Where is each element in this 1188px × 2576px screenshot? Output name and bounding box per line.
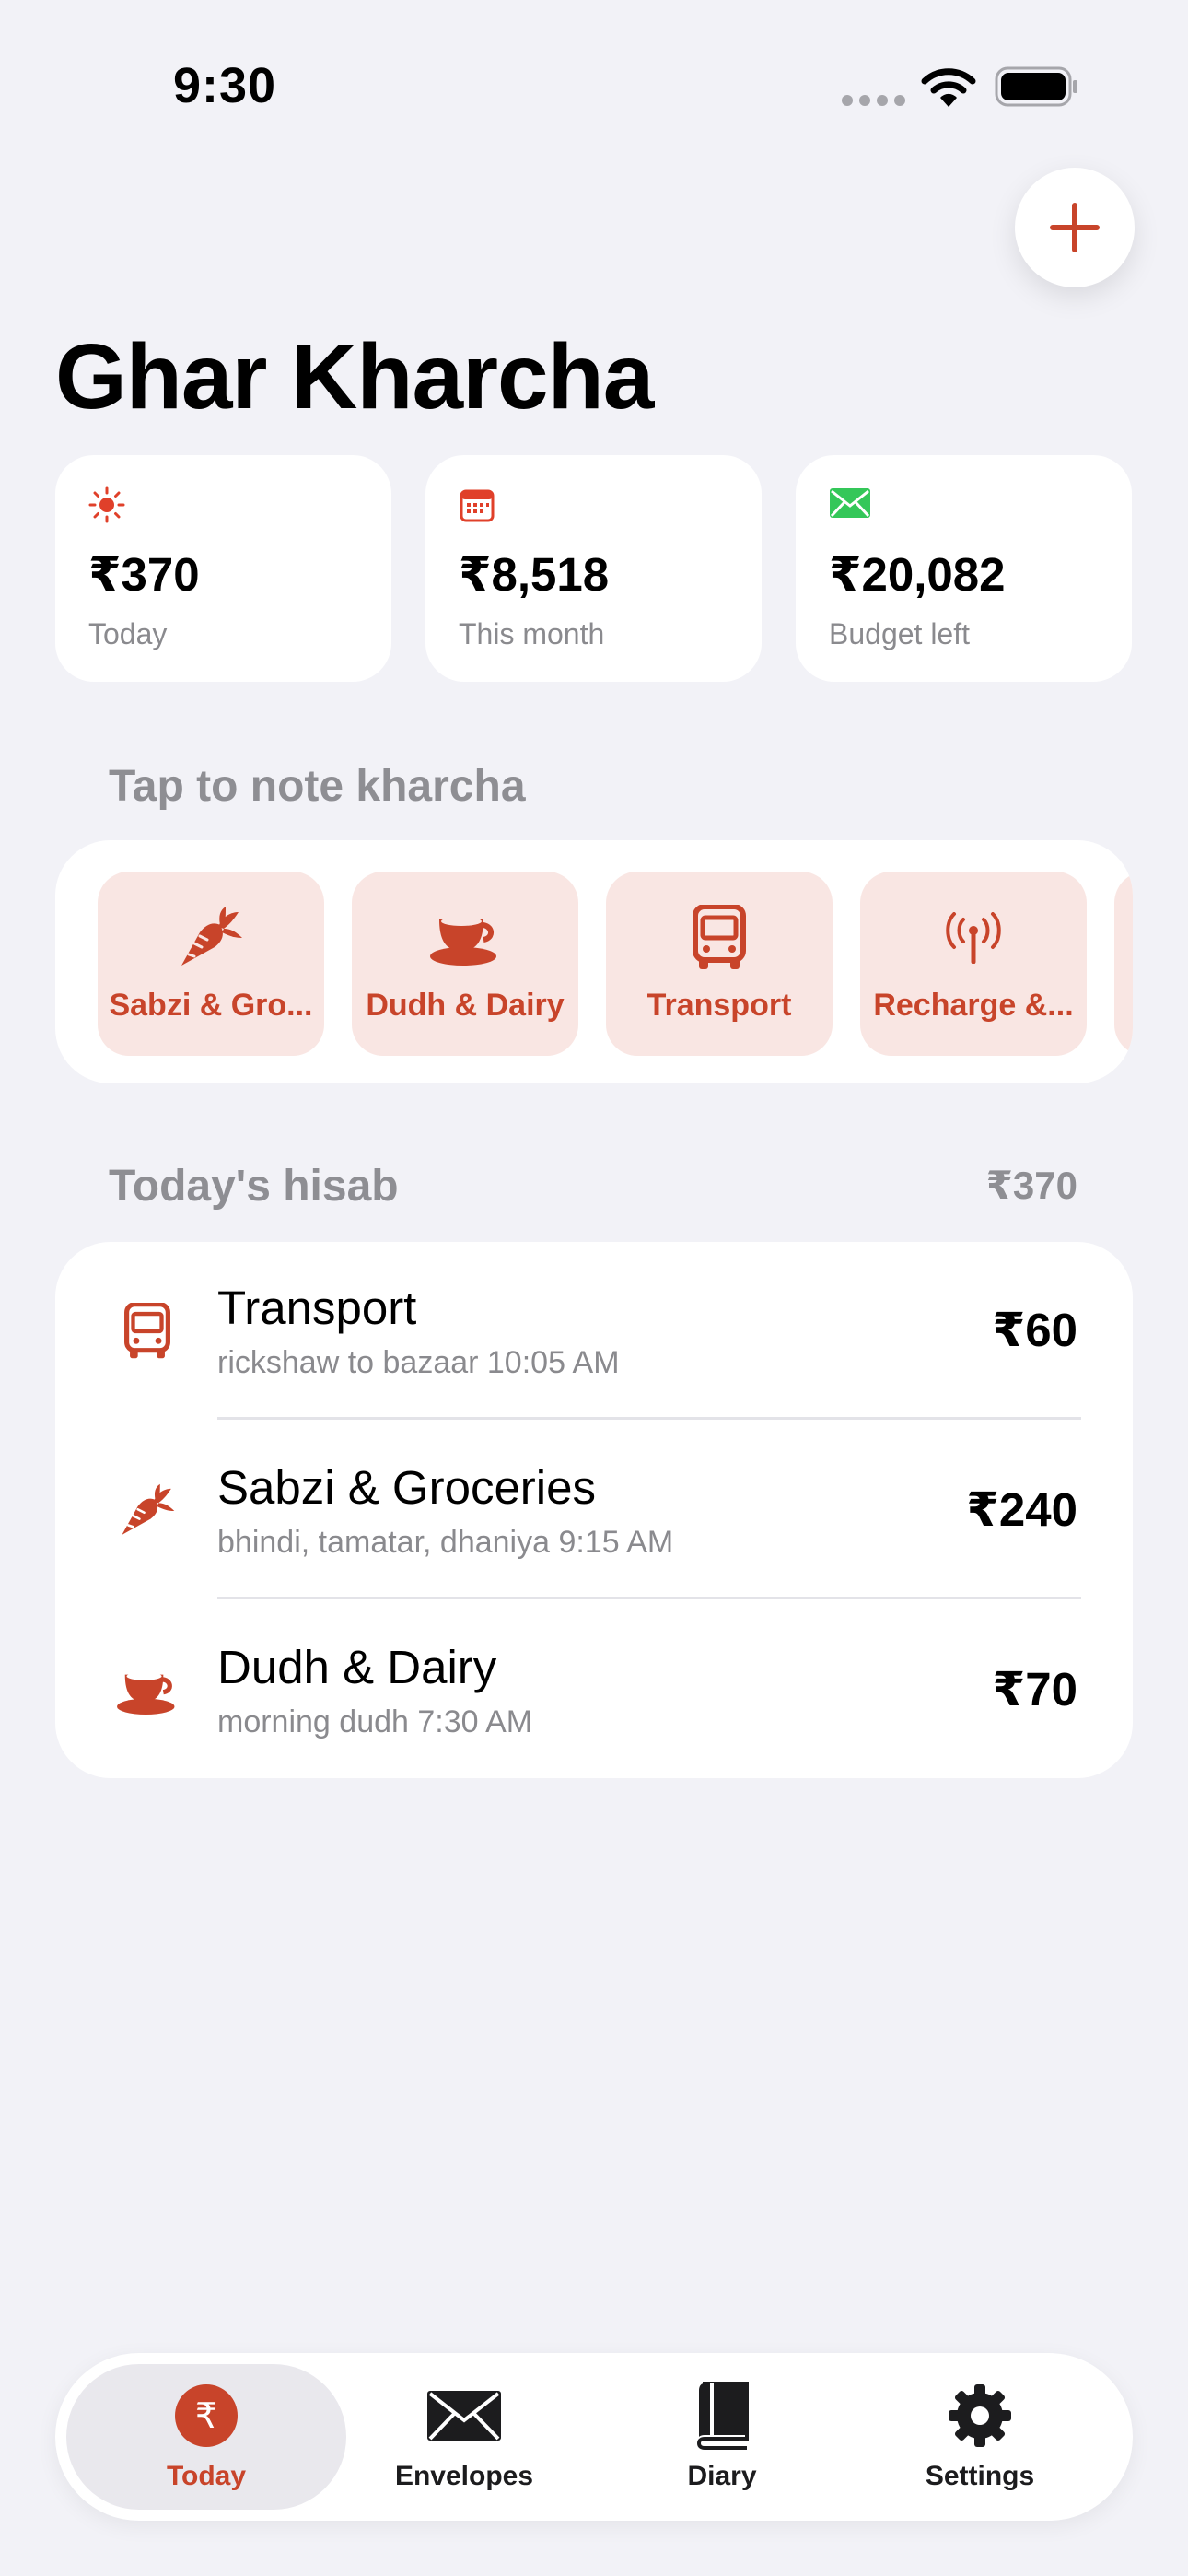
tab-label: Envelopes — [394, 2461, 534, 2491]
cellular-signal-icon — [842, 95, 905, 106]
quick-tile-label: Dudh & Dairy — [366, 987, 565, 1023]
hisab-total: ₹370 — [985, 1164, 1077, 1207]
budget-caption: Budget left — [829, 617, 970, 650]
cup-icon — [430, 916, 496, 966]
quick-tile-recharge[interactable]: Recharge &... — [860, 872, 1087, 1056]
plus-icon — [1050, 203, 1100, 252]
carrot-icon — [181, 906, 242, 966]
quick-tile-transport[interactable]: Transport — [606, 872, 833, 1056]
summary-card-today[interactable]: ₹370 Today — [55, 455, 391, 682]
gear-icon — [949, 2384, 1011, 2447]
envelope-icon — [427, 2391, 501, 2441]
page-title: Ghar Kharcha — [55, 325, 654, 428]
quick-tile-label: Recharge &... — [873, 987, 1074, 1023]
hisab-row-sabzi[interactable]: Sabzi & Groceries bhindi, tamatar, dhani… — [55, 1422, 1133, 1600]
tab-today[interactable]: ₹ Today — [66, 2364, 346, 2510]
month-caption: This month — [459, 617, 605, 650]
tab-label: Diary — [687, 2461, 757, 2491]
sun-icon — [88, 486, 125, 523]
tab-diary[interactable]: Diary — [582, 2364, 862, 2510]
row-divider — [217, 1417, 1081, 1420]
hisab-row-subtitle: bhindi, tamatar, dhaniya 9:15 AM — [217, 1525, 674, 1560]
hisab-heading: Today's hisab — [109, 1162, 399, 1211]
envelope-icon — [830, 488, 870, 518]
quick-tile-more[interactable] — [1114, 872, 1133, 1056]
cup-icon — [117, 1672, 175, 1715]
quick-tile-dairy[interactable]: Dudh & Dairy — [352, 872, 578, 1056]
hisab-row-dairy[interactable]: Dudh & Dairy morning dudh 7:30 AM ₹70 — [55, 1601, 1133, 1780]
bus-icon — [693, 904, 746, 969]
quick-tile-label: Transport — [646, 987, 792, 1023]
quick-tile-sabzi[interactable]: Sabzi & Gro... — [98, 872, 324, 1056]
add-expense-button[interactable] — [1015, 168, 1135, 287]
wifi-icon — [921, 68, 976, 107]
quick-add-strip[interactable]: Sabzi & Gro... Dudh & Dairy Transport Re… — [55, 840, 1133, 1083]
summary-card-month[interactable]: ₹8,518 This month — [425, 455, 762, 682]
hisab-row-amount: ₹70 — [992, 1663, 1077, 1715]
hisab-row-amount: ₹240 — [966, 1483, 1077, 1536]
rupee-circle-icon: ₹ — [175, 2384, 238, 2447]
hisab-row-amount: ₹60 — [992, 1304, 1077, 1356]
hisab-row-title: Transport — [217, 1282, 417, 1334]
hisab-list: Transport rickshaw to bazaar 10:05 AM ₹6… — [55, 1242, 1133, 1778]
hisab-row-transport[interactable]: Transport rickshaw to bazaar 10:05 AM ₹6… — [55, 1242, 1133, 1421]
today-caption: Today — [88, 617, 168, 650]
row-divider — [217, 1597, 1081, 1599]
book-icon — [696, 2382, 749, 2450]
tab-envelopes[interactable]: Envelopes — [324, 2364, 604, 2510]
bus-icon — [124, 1303, 170, 1359]
hisab-row-subtitle: rickshaw to bazaar 10:05 AM — [217, 1345, 620, 1380]
summary-card-budget[interactable]: ₹20,082 Budget left — [796, 455, 1132, 682]
status-time: 9:30 — [173, 58, 277, 113]
status-bar: 9:30 — [0, 0, 1188, 166]
calendar-icon — [460, 489, 495, 522]
battery-icon — [995, 66, 1077, 107]
tab-label: Settings — [925, 2461, 1035, 2491]
tab-settings[interactable]: Settings — [840, 2364, 1120, 2510]
quick-add-heading: Tap to note kharcha — [109, 762, 526, 811]
hisab-row-title: Dudh & Dairy — [217, 1641, 497, 1693]
carrot-icon — [122, 1483, 175, 1535]
month-amount: ₹8,518 — [459, 548, 610, 601]
tab-bar: ₹ Today Envelopes Diary Settings — [55, 2353, 1133, 2521]
hisab-row-title: Sabzi & Groceries — [217, 1461, 596, 1514]
antenna-icon — [946, 911, 1001, 964]
svg-text:₹: ₹ — [195, 2395, 217, 2436]
today-amount: ₹370 — [88, 548, 200, 601]
quick-tile-label: Sabzi & Gro... — [109, 987, 313, 1023]
hisab-row-subtitle: morning dudh 7:30 AM — [217, 1704, 533, 1739]
budget-amount: ₹20,082 — [829, 548, 1006, 601]
tab-label: Today — [166, 2461, 247, 2491]
